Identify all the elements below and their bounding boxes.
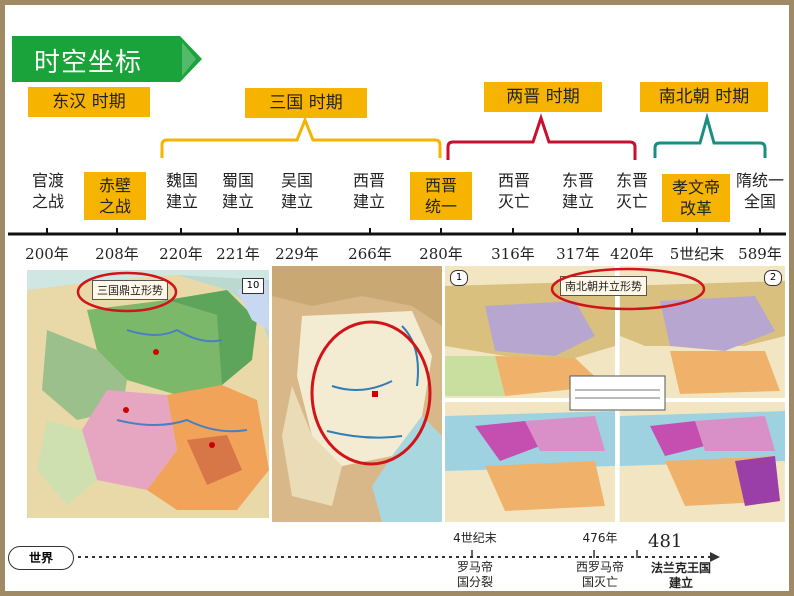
event-guandu: 官渡 之战 xyxy=(31,171,64,211)
map-badge: 10 xyxy=(242,278,264,294)
year-label: 208年 xyxy=(95,245,139,263)
world-event-date: 4世纪末 xyxy=(453,531,497,545)
year-label: 317年 xyxy=(556,245,600,263)
event-western-jin-unify: 西晋 统一 xyxy=(410,172,472,220)
map-circle-annotation xyxy=(550,267,706,311)
world-event-frankish-kingdom: 法兰克王国 建立 xyxy=(650,561,711,590)
event-chibi: 赤壁 之战 xyxy=(84,172,146,220)
year-label: 280年 xyxy=(419,245,463,263)
event-western-jin-founded: 西晋 建立 xyxy=(352,171,385,211)
world-event-date: 476年 xyxy=(582,531,618,545)
map-badge: 2 xyxy=(764,270,782,286)
event-wu: 吴国 建立 xyxy=(280,171,313,211)
world-event-western-rome-fall: 西罗马帝 国灭亡 xyxy=(575,560,624,589)
year-label: 420年 xyxy=(610,245,654,263)
year-label: 220年 xyxy=(159,245,203,263)
year-label: 589年 xyxy=(738,245,782,263)
event-shu: 蜀国 建立 xyxy=(221,171,254,211)
map-circle-annotation xyxy=(310,320,432,466)
year-label: 266年 xyxy=(348,245,392,263)
year-label: 221年 xyxy=(216,245,260,263)
year-label: 5世纪末 xyxy=(669,245,725,263)
map-badge: 1 xyxy=(450,270,468,286)
world-event-date: 481 xyxy=(648,531,683,552)
timeline-axis xyxy=(8,228,786,236)
year-label: 229年 xyxy=(275,245,319,263)
event-eastern-jin-founded: 东晋 建立 xyxy=(561,171,594,211)
event-eastern-jin-fall: 东晋 灭亡 xyxy=(615,171,648,211)
event-sui-unify: 隋统一 全国 xyxy=(735,171,784,211)
world-label: 世界 xyxy=(8,546,74,570)
map-circle-annotation xyxy=(76,271,178,313)
event-western-jin-fall: 西晋 灭亡 xyxy=(497,171,530,211)
year-label: 200年 xyxy=(25,245,69,263)
world-event-rome-split: 罗马帝 国分裂 xyxy=(456,560,493,589)
event-wei: 魏国 建立 xyxy=(165,171,198,211)
event-xiaowen-reform: 孝文帝 改革 xyxy=(662,174,730,222)
year-label: 316年 xyxy=(491,245,535,263)
period-brackets xyxy=(160,112,767,160)
